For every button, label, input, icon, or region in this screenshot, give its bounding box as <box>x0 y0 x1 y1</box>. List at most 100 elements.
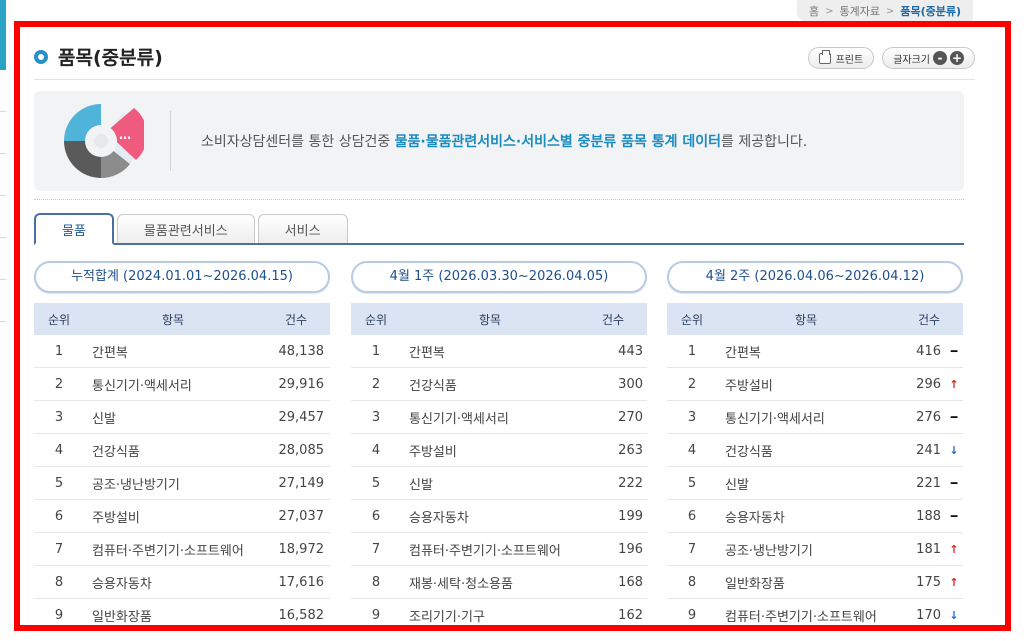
row-count: 16,582 <box>278 607 325 623</box>
row-rank: 1 <box>54 343 64 359</box>
ranking-week1: 4월 1주 (2026.03.30~2026.04.05) 순위 항목 건수 1… <box>351 261 647 625</box>
intro-text-after: 를 제공합니다. <box>721 134 808 150</box>
ranking-week2: 4월 2주 (2026.04.06~2026.04.12) 순위 항목 건수 1… <box>667 261 963 625</box>
table-row: 1 간편복 48,138 <box>34 335 330 368</box>
table-row: 9 컴퓨터·주변기기·소프트웨어 170 ↓ <box>667 599 963 625</box>
row-rank: 3 <box>687 409 697 425</box>
row-item[interactable]: 통신기기·액세서리 <box>84 375 258 394</box>
table-row: 1 간편복 416 ━ <box>667 335 963 368</box>
row-rank: 1 <box>371 343 381 359</box>
row-item[interactable]: 건강식품 <box>717 441 887 460</box>
tab-goods-services[interactable]: 물품관련서비스 <box>116 214 255 243</box>
dash-icon: ━ <box>950 509 958 523</box>
table-row: 6 승용자동차 188 ━ <box>667 500 963 533</box>
row-item[interactable]: 컴퓨터·주변기기·소프트웨어 <box>401 540 589 559</box>
row-item[interactable]: 컴퓨터·주변기기·소프트웨어 <box>717 606 887 625</box>
row-count: 17,616 <box>278 574 325 590</box>
row-count: 28,085 <box>278 442 325 458</box>
row-item[interactable]: 승용자동차 <box>717 507 887 526</box>
table-header: 순위 항목 건수 <box>34 303 330 335</box>
row-rank: 8 <box>371 574 381 590</box>
row-rank: 6 <box>687 508 697 524</box>
title-bullet-icon <box>34 49 48 64</box>
row-rank: 8 <box>54 574 64 590</box>
arrow-up-icon: ↑ <box>949 377 959 391</box>
row-count: 18,972 <box>278 541 325 557</box>
header-item: 항목 <box>478 312 502 327</box>
row-item[interactable]: 일반화장품 <box>84 606 258 625</box>
print-button[interactable]: 프린트 <box>807 47 875 69</box>
row-item[interactable]: 통신기기·액세서리 <box>717 408 887 427</box>
table-row: 7 컴퓨터·주변기기·소프트웨어 18,972 <box>34 533 330 566</box>
row-rank: 6 <box>54 508 64 524</box>
row-item[interactable]: 간편복 <box>717 342 887 361</box>
table-row: 2 건강식품 300 <box>351 368 647 401</box>
row-rank: 4 <box>687 442 697 458</box>
table-row: 6 승용자동차 199 <box>351 500 647 533</box>
breadcrumb-current: 품목(중분류) <box>900 5 961 18</box>
page-title: 품목(중분류) <box>58 47 163 69</box>
row-item[interactable]: 공조·냉난방기기 <box>717 540 887 559</box>
intro-text-highlight: 물품·물품관련서비스·서비스별 중분류 품목 통계 데이터 <box>394 134 722 150</box>
row-rank: 3 <box>371 409 381 425</box>
breadcrumb-section[interactable]: 통계자료 <box>839 3 879 19</box>
tab-services[interactable]: 서비스 <box>257 214 348 243</box>
tab-goods[interactable]: 물품 <box>34 213 114 245</box>
period-label: 4월 2주 (2026.04.06~2026.04.12) <box>667 261 963 293</box>
row-rank: 1 <box>687 343 697 359</box>
row-item[interactable]: 신발 <box>717 474 887 493</box>
row-item[interactable]: 신발 <box>401 474 589 493</box>
row-item[interactable]: 조리기기·기구 <box>401 606 589 625</box>
row-item[interactable]: 건강식품 <box>401 375 589 394</box>
row-rank: 9 <box>371 607 381 623</box>
row-rank: 7 <box>371 541 381 557</box>
row-count: 27,149 <box>278 475 325 491</box>
row-rank: 2 <box>54 376 64 392</box>
row-count: 276 <box>916 409 941 425</box>
row-count: 29,457 <box>278 409 325 425</box>
row-item[interactable]: 건강식품 <box>84 441 258 460</box>
row-rank: 7 <box>54 541 64 557</box>
row-count: 263 <box>618 442 643 458</box>
intro-box: … 소비자상담센터를 통한 상담건중 물품·물품관련서비스·서비스별 중분류 품… <box>34 91 964 191</box>
header-item: 항목 <box>794 312 818 327</box>
intro-text: 소비자상담센터를 통한 상담건중 물품·물품관련서비스·서비스별 중분류 품목 … <box>201 131 807 151</box>
zoom-out-icon[interactable]: - <box>933 51 947 65</box>
row-item[interactable]: 통신기기·액세서리 <box>401 408 589 427</box>
row-item[interactable]: 주방설비 <box>401 441 589 460</box>
row-count: 170 <box>916 607 941 623</box>
row-item[interactable]: 재봉·세탁·청소용품 <box>401 573 589 592</box>
row-rank: 9 <box>687 607 697 623</box>
table-row: 9 일반화장품 16,582 <box>34 599 330 625</box>
table-header: 순위 항목 건수 <box>351 303 647 335</box>
row-count: 48,138 <box>278 343 325 359</box>
header-rank: 순위 <box>47 312 71 327</box>
table-row: 1 간편복 443 <box>351 335 647 368</box>
row-item[interactable]: 일반화장품 <box>717 573 887 592</box>
table-row: 3 통신기기·액세서리 270 <box>351 401 647 434</box>
row-item[interactable]: 간편복 <box>401 342 589 361</box>
row-rank: 5 <box>687 475 697 491</box>
row-count: 241 <box>916 442 941 458</box>
row-item[interactable]: 승용자동차 <box>401 507 589 526</box>
row-count: 199 <box>618 508 643 524</box>
table-row: 2 통신기기·액세서리 29,916 <box>34 368 330 401</box>
row-rank: 2 <box>687 376 697 392</box>
row-item[interactable]: 공조·냉난방기기 <box>84 474 258 493</box>
table-row: 4 건강식품 28,085 <box>34 434 330 467</box>
row-item[interactable]: 신발 <box>84 408 258 427</box>
row-item[interactable]: 컴퓨터·주변기기·소프트웨어 <box>84 540 258 559</box>
zoom-in-icon[interactable]: + <box>950 51 964 65</box>
row-count: 300 <box>618 376 643 392</box>
row-item[interactable]: 주방설비 <box>717 375 887 394</box>
header-count: 건수 <box>917 312 941 327</box>
breadcrumb-home[interactable]: 홈 <box>809 3 819 19</box>
table-row: 3 통신기기·액세서리 276 ━ <box>667 401 963 434</box>
row-item[interactable]: 승용자동차 <box>84 573 258 592</box>
table-body: 1 간편복 48,138 2 통신기기·액세서리 29,916 3 신발 29,457 4 건강식품… <box>34 335 330 625</box>
page-header: 품목(중분류) <box>34 43 163 70</box>
row-item[interactable]: 주방설비 <box>84 507 258 526</box>
arrow-down-icon: ↓ <box>949 443 959 457</box>
arrow-up-icon: ↑ <box>949 542 959 556</box>
row-item[interactable]: 간편복 <box>84 342 258 361</box>
